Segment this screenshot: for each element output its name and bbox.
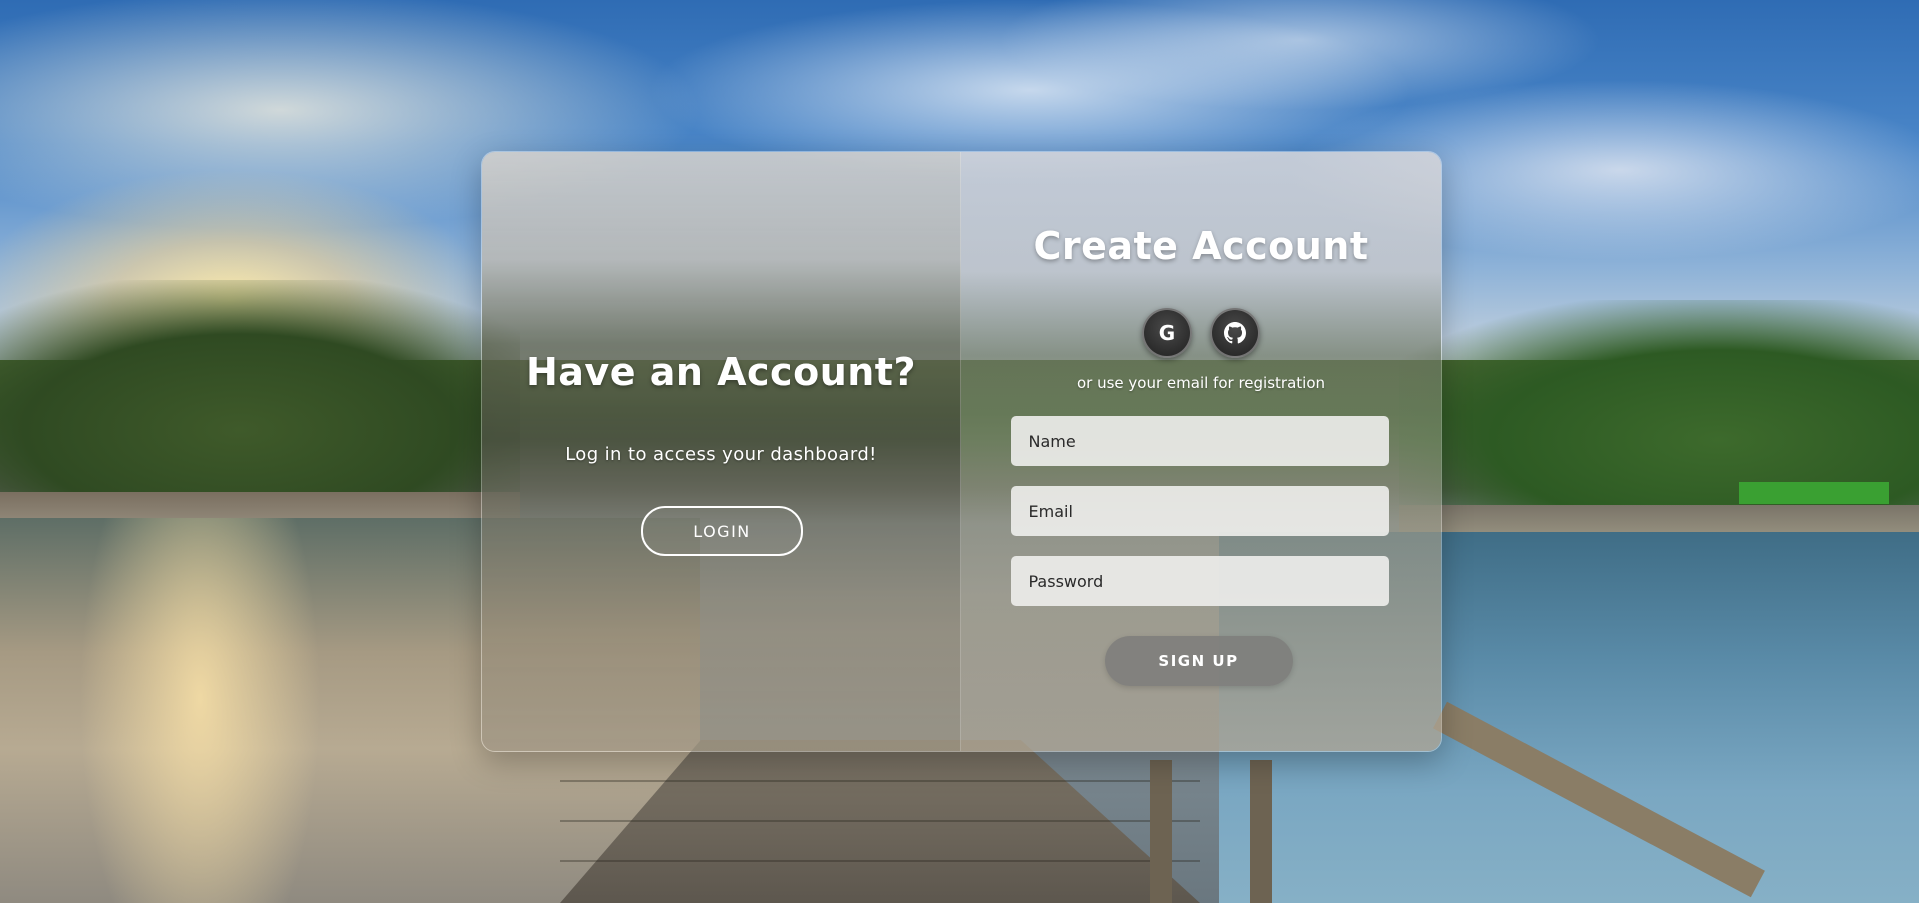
- google-signup-button[interactable]: G: [1142, 308, 1192, 358]
- signup-title: Create Account: [1033, 224, 1369, 268]
- login-title: Have an Account?: [525, 350, 917, 394]
- social-buttons: G: [961, 308, 1442, 358]
- shore-left: [0, 492, 520, 518]
- login-subtitle: Log in to access your dashboard!: [565, 444, 877, 465]
- pier-plank: [560, 820, 1200, 822]
- pier-plank: [560, 860, 1200, 862]
- email-field[interactable]: [1010, 486, 1389, 536]
- login-button[interactable]: LOGIN: [641, 506, 803, 556]
- signup-button[interactable]: SIGN UP: [1104, 636, 1293, 686]
- login-panel: Have an Account? Log in to access your d…: [482, 152, 961, 751]
- shore-right: [1399, 505, 1919, 535]
- password-field[interactable]: [1010, 556, 1389, 606]
- signup-panel: Create Account G or use your email for r…: [960, 152, 1442, 751]
- google-icon: G: [1158, 321, 1176, 345]
- github-signup-button[interactable]: [1210, 308, 1260, 358]
- github-icon: [1224, 322, 1246, 344]
- rail-post: [1150, 760, 1172, 903]
- hills-left: [0, 280, 520, 500]
- pier-plank: [560, 780, 1200, 782]
- registration-hint: or use your email for registration: [1077, 374, 1325, 392]
- grass-right: [1739, 482, 1889, 504]
- background-scene: Have an Account? Log in to access your d…: [0, 0, 1919, 903]
- name-field[interactable]: [1010, 416, 1389, 466]
- rail-post: [1250, 760, 1272, 903]
- auth-card: Have an Account? Log in to access your d…: [481, 151, 1442, 752]
